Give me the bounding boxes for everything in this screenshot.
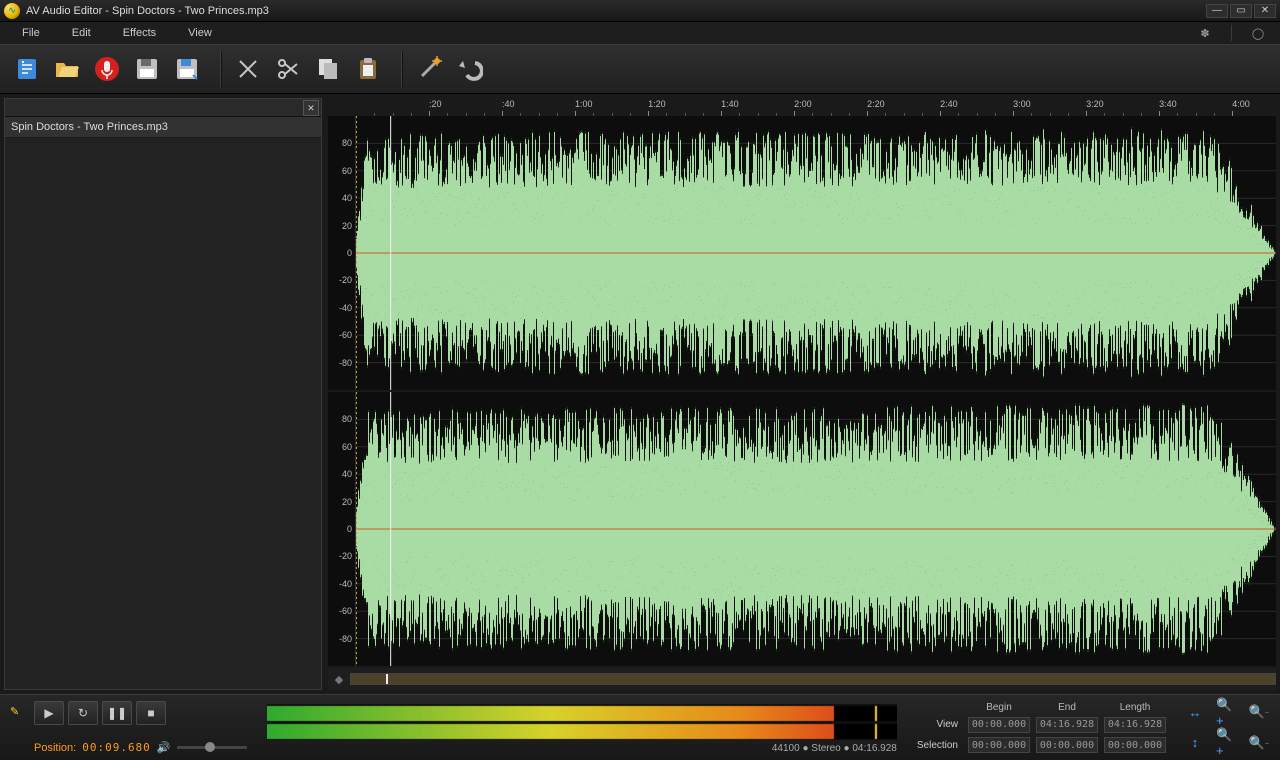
position-label: Position: [34,742,76,754]
app-logo-icon: ∿ [4,3,20,19]
editor-area: :20:401:001:201:402:002:202:403:003:203:… [328,98,1276,690]
titlebar: ∿ AV Audio Editor - Spin Doctors - Two P… [0,0,1280,22]
overview-pin-icon[interactable]: ◆ [328,673,350,686]
view-length[interactable]: 04:16.928 [1104,717,1166,733]
record-button[interactable] [90,52,124,86]
file-sidebar: ✕ Spin Doctors - Two Princes.mp3 [4,98,322,690]
new-file-button[interactable] [10,52,44,86]
zoom-controls: ↔ 🔍+ 🔍- ↕ 🔍+ 🔍- [1184,701,1270,754]
channel-right: 806040200-20-40-60-80 [328,392,1276,666]
scissors-icon[interactable] [271,52,305,86]
zoom-fit-h-button[interactable]: ↔ [1184,703,1206,721]
overview-playhead[interactable] [386,674,388,684]
selection-begin[interactable]: 00:00.000 [968,737,1030,753]
toolbar [0,44,1280,94]
waveform-canvas-left[interactable] [356,116,1276,390]
view-end[interactable]: 04:16.928 [1036,717,1098,733]
minimize-button[interactable]: — [1206,4,1228,18]
paste-button[interactable] [351,52,385,86]
menu-view[interactable]: View [174,24,226,42]
save-button[interactable] [130,52,164,86]
row-selection-label: Selection [917,740,962,751]
open-file-button[interactable] [50,52,84,86]
transport-controls: ▶ ↻ ❚❚ ■ [34,701,247,725]
window-title: AV Audio Editor - Spin Doctors - Two Pri… [26,5,1206,17]
cut-button[interactable] [231,52,265,86]
col-end: End [1036,702,1098,713]
speaker-icon[interactable]: 🔊 [157,741,171,754]
save-as-button[interactable] [170,52,204,86]
toolbar-separator [401,51,402,87]
loop-button[interactable]: ↻ [68,701,98,725]
toolbar-separator [220,51,221,87]
selection-end[interactable]: 00:00.000 [1036,737,1098,753]
main-area: ✕ Spin Doctors - Two Princes.mp3 :20:401… [0,94,1280,694]
position-value: 00:09.680 [82,741,151,754]
pause-button[interactable]: ❚❚ [102,701,132,725]
view-begin[interactable]: 00:00.000 [968,717,1030,733]
col-begin: Begin [968,702,1030,713]
volume-slider[interactable] [177,746,247,749]
copy-button[interactable] [311,52,345,86]
close-button[interactable]: ✕ [1254,4,1276,18]
zoom-in-h-button[interactable]: 🔍+ [1216,703,1238,721]
stream-info: 44100 ● Stereo ● 04:16.928 [267,743,897,754]
zoom-out-v-button[interactable]: 🔍- [1248,734,1270,752]
file-list[interactable]: Spin Doctors - Two Princes.mp3 [5,117,321,689]
menu-file[interactable]: File [8,24,54,42]
overview-strip: ◆ [328,668,1276,690]
amplitude-scale-left: 806040200-20-40-60-80 [328,116,356,390]
effects-wand-button[interactable] [412,52,446,86]
waveform-view[interactable]: 806040200-20-40-60-80 806040200-20-40-60… [328,116,1276,666]
stop-button[interactable]: ■ [136,701,166,725]
settings-gear-icon[interactable]: ✽ [1197,25,1213,41]
sidebar-close-button[interactable]: ✕ [303,100,319,116]
row-view-label: View [917,719,962,730]
channel-left: 806040200-20-40-60-80 [328,116,1276,390]
menu-effects[interactable]: Effects [109,24,170,42]
level-meter [267,704,897,740]
zoom-out-h-button[interactable]: 🔍- [1248,703,1270,721]
maximize-button[interactable]: ▭ [1230,4,1252,18]
undo-button[interactable] [452,52,486,86]
transport-bar: ✎ ▶ ↻ ❚❚ ■ Position: 00:09.680 🔊 44100 ●… [0,694,1280,760]
overview-visible-range[interactable] [351,674,1275,684]
amplitude-scale-right: 806040200-20-40-60-80 [328,392,356,666]
time-ruler[interactable]: :20:401:001:201:402:002:202:403:003:203:… [328,98,1276,116]
sidebar-tabstrip: ✕ [5,99,321,117]
play-button[interactable]: ▶ [34,701,64,725]
power-icon[interactable]: ◯ [1250,25,1266,41]
zoom-in-v-button[interactable]: 🔍+ [1216,734,1238,752]
menubar: File Edit Effects View ✽ ◯ [0,22,1280,44]
range-grid: Begin End Length View 00:00.000 04:16.92… [917,701,1166,754]
selection-length[interactable]: 00:00.000 [1104,737,1166,753]
menu-separator [1231,25,1232,41]
waveform-canvas-right[interactable] [356,392,1276,666]
zoom-fit-v-button[interactable]: ↕ [1184,734,1206,752]
file-item[interactable]: Spin Doctors - Two Princes.mp3 [5,117,321,138]
menu-edit[interactable]: Edit [58,24,105,42]
col-length: Length [1104,702,1166,713]
overview-track[interactable] [350,673,1276,685]
edit-mode-pencil-icon[interactable]: ✎ [10,705,26,721]
